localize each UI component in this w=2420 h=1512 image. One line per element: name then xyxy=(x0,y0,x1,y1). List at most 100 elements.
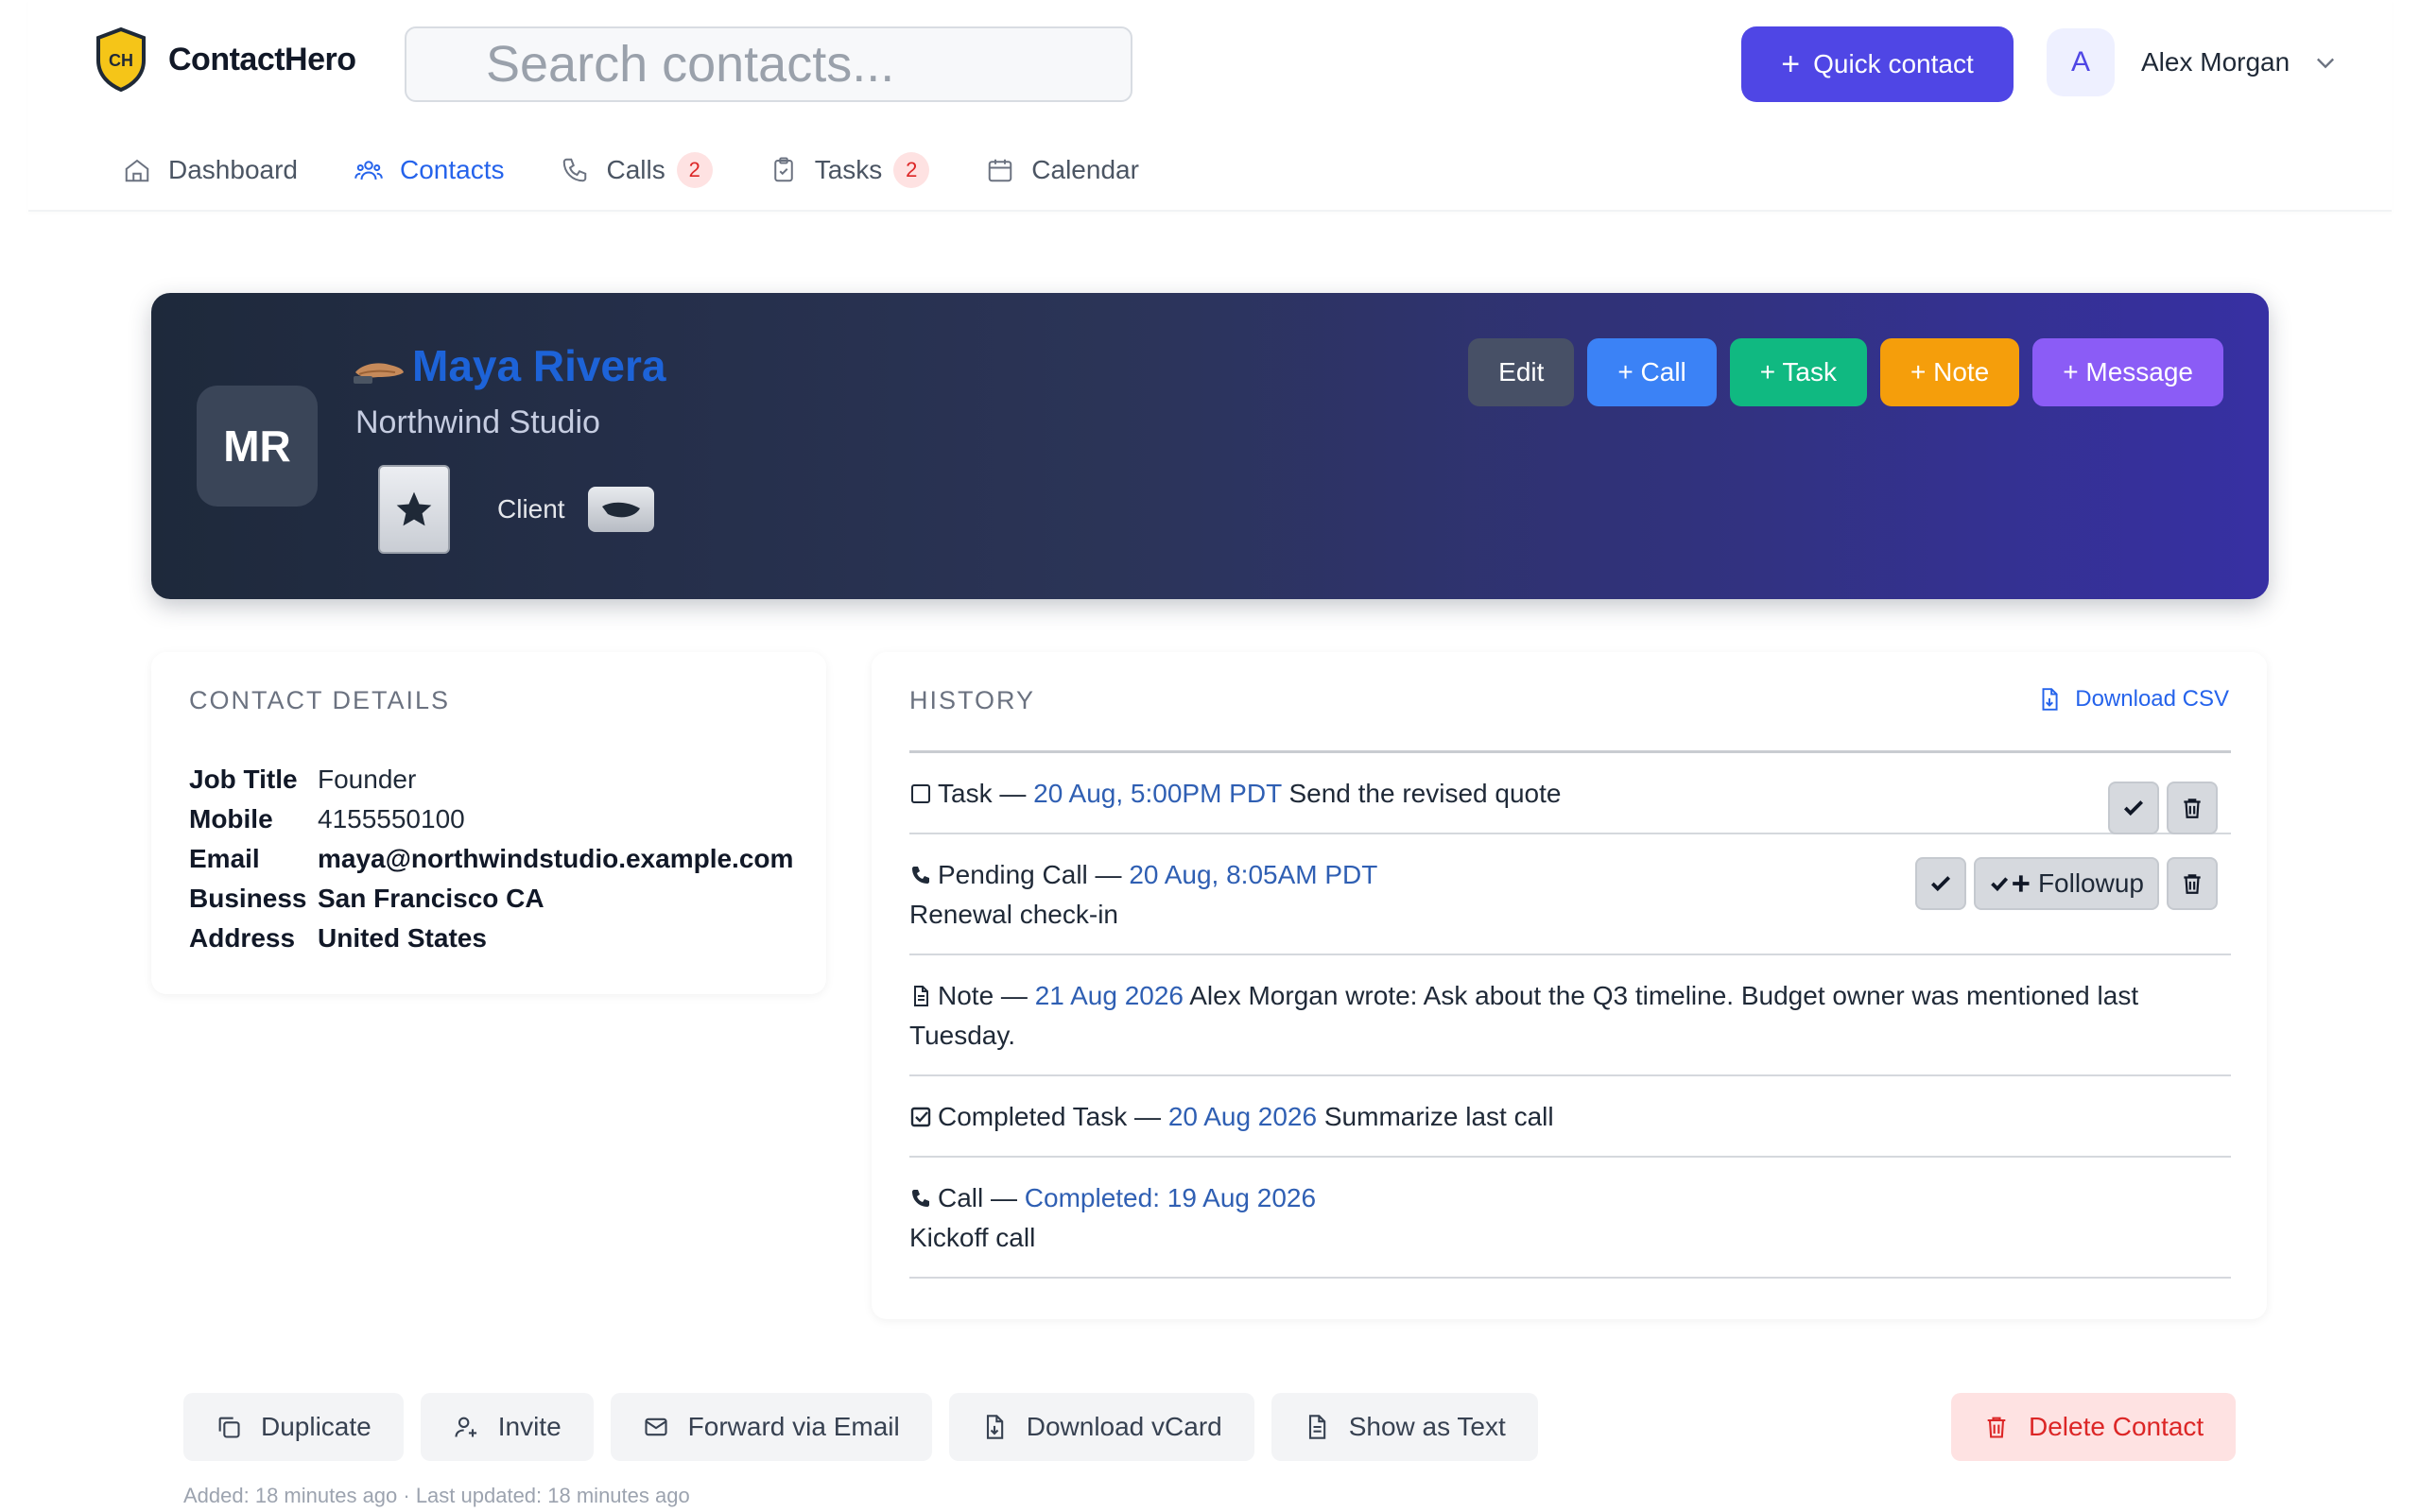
detail-row-address: Address United States xyxy=(189,919,793,958)
handshake-tile-icon[interactable] xyxy=(587,487,654,532)
show-as-text-button[interactable]: Show as Text xyxy=(1270,1393,1538,1461)
trash-icon xyxy=(2184,799,2201,818)
delete-item-button[interactable] xyxy=(2167,857,2218,910)
nav-tasks-label: Tasks xyxy=(814,155,883,184)
phone-icon xyxy=(563,158,587,182)
download-vcard-label: Download vCard xyxy=(1026,1412,1222,1441)
home-icon xyxy=(125,159,149,182)
check-icon xyxy=(1930,876,1950,892)
add-note-button[interactable]: + Note xyxy=(1879,338,2020,406)
detail-value: Founder xyxy=(318,765,417,794)
contact-company: Northwind Studio xyxy=(355,404,600,440)
history-date: 20 Aug, 5:00PM PDT xyxy=(1033,779,1282,808)
checkbox-checked-icon xyxy=(910,1107,931,1127)
hero-actions: Edit + Call + Task + Note + Message xyxy=(1468,338,2223,406)
nav-calls-label: Calls xyxy=(606,155,666,184)
history-date: 20 Aug 2026 xyxy=(1167,1102,1318,1131)
contact-name[interactable]: Maya Rivera xyxy=(412,340,666,391)
delete-item-button[interactable] xyxy=(2167,782,2218,834)
check-icon xyxy=(2123,800,2144,816)
detail-label: Email xyxy=(189,844,260,873)
nav-dashboard[interactable]: Dashboard xyxy=(123,142,298,198)
edit-button[interactable]: Edit xyxy=(1468,338,1575,406)
tasks-count-badge: 2 xyxy=(893,152,930,188)
contact-avatar: MR xyxy=(197,386,318,507)
delete-contact-button[interactable]: Delete Contact xyxy=(1951,1393,2237,1461)
forward-email-button[interactable]: Forward via Email xyxy=(610,1393,932,1461)
search-input[interactable] xyxy=(405,26,1132,102)
detail-label: Job Title xyxy=(189,765,298,794)
brand-name: ContactHero xyxy=(168,41,356,77)
detail-value[interactable]: 4155550100 xyxy=(318,799,465,839)
file-download-icon xyxy=(2042,688,2058,711)
app-logo[interactable]: CH ContactHero xyxy=(95,26,356,93)
history-date: 21 Aug 2026 xyxy=(1034,981,1184,1010)
detail-row-mobile: Mobile 4155550100 xyxy=(189,799,793,839)
detail-value: United States xyxy=(318,923,487,953)
contact-tag-label: Client xyxy=(497,494,565,524)
star-icon xyxy=(396,491,432,526)
detail-row-business: Business San Francisco CA xyxy=(189,879,793,919)
complete-button[interactable] xyxy=(1914,857,1966,910)
add-task-button[interactable]: + Task xyxy=(1729,338,1867,406)
contact-details-card: CONTACT DETAILS Job Title Founder Mobile… xyxy=(151,652,826,994)
nav-calendar[interactable]: Calendar xyxy=(986,142,1139,198)
history-item-completed-task: Completed Task — 20 Aug 2026 Summarize l… xyxy=(909,1076,2231,1158)
detail-row-job-title: Job Title Founder xyxy=(189,760,793,799)
complete-button[interactable] xyxy=(2108,782,2159,834)
invite-button[interactable]: Invite xyxy=(420,1393,594,1461)
history-item-note: Note — 21 Aug 2026 Alex Morgan wrote: As… xyxy=(909,955,2231,1076)
document-icon xyxy=(914,986,928,1006)
history-title: HISTORY xyxy=(909,686,1036,714)
detail-label: Address xyxy=(189,923,296,953)
detail-value[interactable]: maya@northwindstudio.example.com xyxy=(318,839,793,879)
history-type: Task — xyxy=(938,779,1027,808)
history-type: Note — xyxy=(938,981,1028,1010)
document-icon xyxy=(1308,1415,1325,1439)
history-type: Pending Call — xyxy=(938,860,1122,889)
shield-logo-icon: CH xyxy=(96,26,146,93)
contact-hero: MR Maya Rivera Northwind Studio Client E… xyxy=(151,293,2269,599)
invite-label: Invite xyxy=(497,1412,562,1441)
history-date: Completed: 19 Aug 2026 xyxy=(1024,1183,1317,1212)
copy-icon xyxy=(218,1417,240,1438)
record-metadata: Added: 18 minutes ago · Last updated: 18… xyxy=(183,1484,690,1507)
nav-calls[interactable]: Calls 2 xyxy=(561,142,713,198)
contact-details-list: Job Title Founder Mobile 4155550100 Emai… xyxy=(189,760,793,958)
star-tile-icon[interactable] xyxy=(378,465,450,554)
followup-button[interactable]: Followup xyxy=(1973,857,2159,910)
hand-icon xyxy=(354,363,404,384)
history-type: Call — xyxy=(938,1183,1018,1212)
mail-icon xyxy=(645,1418,667,1436)
download-csv-label: Download CSV xyxy=(2075,686,2229,712)
check-plus-icon xyxy=(1991,875,2030,892)
forward-email-label: Forward via Email xyxy=(687,1412,900,1441)
user-menu[interactable]: A Alex Morgan xyxy=(2047,28,2339,96)
users-icon xyxy=(354,161,383,180)
followup-label: Followup xyxy=(2037,868,2144,898)
download-vcard-button[interactable]: Download vCard xyxy=(948,1393,1254,1461)
history-card: HISTORY Download CSV Task — 20 Aug, 5:00… xyxy=(872,652,2267,1319)
contact-tags: Client xyxy=(378,465,654,554)
nav-contacts[interactable]: Contacts xyxy=(354,142,505,198)
history-item-actions xyxy=(2108,782,2218,834)
quick-contact-button[interactable]: + Quick contact xyxy=(1741,26,2014,102)
checkbox-empty-icon[interactable] xyxy=(909,782,932,805)
nav-contacts-label: Contacts xyxy=(399,155,505,184)
history-item-actions: Followup xyxy=(1914,857,2218,910)
nav-calendar-label: Calendar xyxy=(1031,155,1139,184)
download-csv-link[interactable]: Download CSV xyxy=(2037,686,2229,713)
phone-icon xyxy=(912,1190,929,1207)
add-call-button[interactable]: + Call xyxy=(1587,338,1717,406)
duplicate-button[interactable]: Duplicate xyxy=(183,1393,404,1461)
nav-tasks[interactable]: Tasks 2 xyxy=(769,142,930,198)
add-message-button[interactable]: + Message xyxy=(2032,338,2223,406)
trash-icon xyxy=(1987,1417,2006,1438)
contact-details-title: CONTACT DETAILS xyxy=(189,686,451,714)
chevron-down-icon xyxy=(2317,58,2335,69)
detail-value: San Francisco CA xyxy=(318,884,544,913)
detail-label: Mobile xyxy=(189,804,273,833)
clipboard-icon xyxy=(773,157,793,182)
detail-label: Business xyxy=(189,884,307,913)
history-item-task: Task — 20 Aug, 5:00PM PDT Send the revis… xyxy=(909,753,2231,834)
